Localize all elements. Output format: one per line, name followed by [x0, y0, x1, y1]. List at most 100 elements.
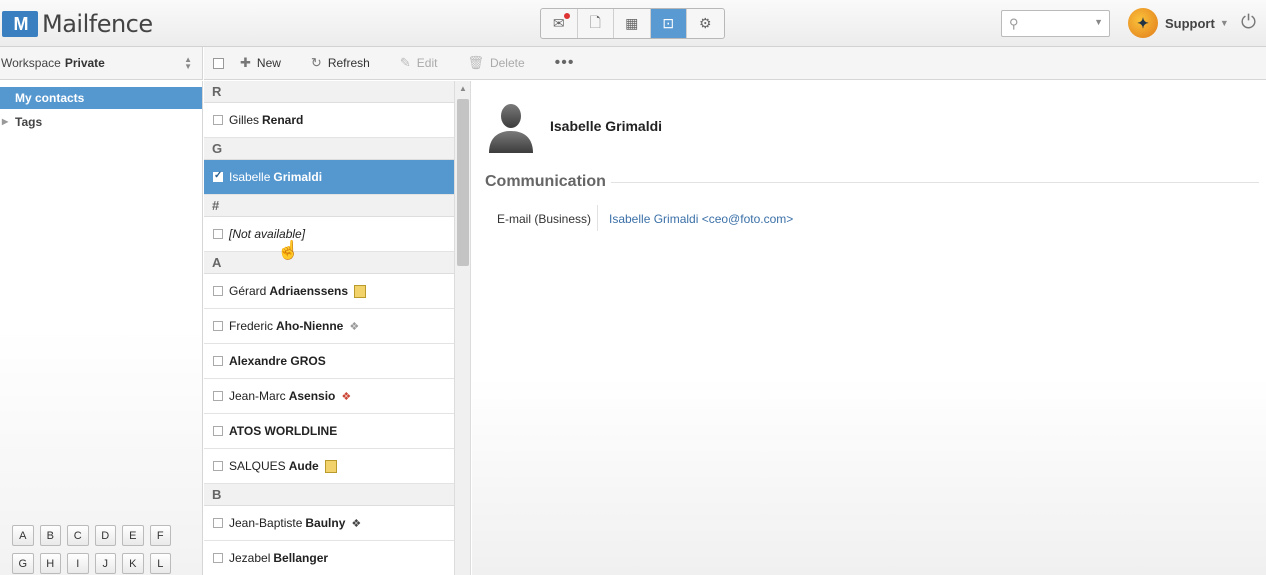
refresh-button[interactable]: ↻ Refresh: [311, 55, 370, 71]
new-button[interactable]: ✚ New: [240, 55, 281, 71]
note-icon: [354, 284, 367, 298]
contact-last-name: Grimaldi: [273, 170, 323, 184]
letter-section-header: #: [204, 195, 454, 217]
trash-icon: 🗑: [467, 55, 484, 70]
contact-last-name: Bellanger: [273, 551, 329, 565]
contact-list-item[interactable]: Alexandre GROS: [204, 344, 454, 379]
contact-list-item[interactable]: [Not available]: [204, 217, 454, 252]
search-input[interactable]: [1026, 14, 1088, 33]
contact-first-name: Jean-Marc: [229, 389, 286, 403]
select-all-checkbox[interactable]: [213, 57, 224, 69]
alphabet-key-c[interactable]: C: [67, 525, 89, 546]
pencil-icon: ✎: [399, 55, 411, 70]
note-icon: [324, 459, 337, 473]
email-link[interactable]: Isabelle Grimaldi <ceo@foto.com>: [609, 212, 793, 226]
contact-list: RGillesRenardGIsabelleGrimaldi#[Not avai…: [204, 81, 454, 575]
mail-app-button[interactable]: ✉: [541, 9, 578, 38]
alphabet-key-b[interactable]: B: [39, 525, 61, 546]
alphabet-key-f[interactable]: F: [149, 525, 171, 546]
contact-checkbox[interactable]: [213, 321, 223, 331]
section-divider: [611, 182, 1259, 183]
updown-arrow-icon: ▲ ▼: [184, 55, 192, 71]
settings-app-icon: ⚙: [698, 15, 712, 31]
alphabet-key-j[interactable]: J: [94, 553, 116, 574]
contact-checkbox[interactable]: [213, 553, 223, 563]
contact-list-scrollbar[interactable]: ▲: [454, 81, 471, 575]
contact-checkbox[interactable]: [213, 426, 223, 436]
scroll-up-icon[interactable]: ▲: [459, 84, 467, 93]
contact-avatar-icon: [489, 104, 533, 153]
contact-list-item[interactable]: ATOS WORLDLINE: [204, 414, 454, 449]
contact-checkbox[interactable]: [213, 391, 223, 401]
contact-list-item[interactable]: SALQUES Aude: [204, 449, 454, 484]
workspace-value: Private: [64, 56, 105, 70]
contact-list-item[interactable]: IsabelleGrimaldi: [204, 160, 454, 195]
logout-power-icon[interactable]: ⏻: [1241, 12, 1256, 34]
sidebar-item-tags[interactable]: ▶ Tags: [0, 111, 202, 133]
contact-checkbox[interactable]: [213, 356, 223, 366]
contact-checkbox[interactable]: [213, 518, 223, 528]
contact-checkbox[interactable]: [213, 170, 223, 182]
mail-app-icon: ✉: [552, 15, 565, 31]
contact-last-name: Aho-Nienne: [276, 319, 344, 333]
contact-last-name: Asensio: [288, 389, 336, 403]
contact-list-item[interactable]: Gilles Renard: [204, 103, 454, 138]
workspace-selector[interactable]: Workspace Private ▲ ▼: [0, 47, 203, 80]
contact-checkbox[interactable]: [213, 286, 223, 296]
search-box[interactable]: ⚲ ▼: [1001, 10, 1110, 37]
contact-first-name: Gérard: [229, 284, 267, 298]
letter-section-header: B: [204, 484, 454, 506]
alphabet-key-a[interactable]: A: [12, 525, 34, 546]
more-options-button[interactable]: •••: [555, 54, 575, 72]
support-menu[interactable]: ✦ Support ▼: [1128, 8, 1229, 38]
contact-list-item[interactable]: Jean-Marc Asensio ❖: [204, 379, 454, 414]
workspace-label: Workspace: [1, 56, 61, 70]
scrollbar-thumb[interactable]: [457, 99, 469, 266]
contact-checkbox[interactable]: [213, 229, 223, 239]
sidebar-item-my-contacts[interactable]: My contacts: [0, 87, 202, 109]
contact-first-name: Isabelle: [229, 170, 271, 184]
calendar-app-button[interactable]: ▦: [614, 9, 651, 38]
contact-first-name: [Not available]: [229, 227, 306, 241]
contact-list-item[interactable]: Gérard Adriaenssens: [204, 274, 454, 309]
hand-cursor-icon: ☝: [277, 240, 300, 260]
contact-last-name: Alexandre GROS: [229, 354, 326, 368]
alphabet-key-e[interactable]: E: [122, 525, 144, 546]
contact-detail-pane: Isabelle Grimaldi Communication E-mail (…: [472, 81, 1266, 575]
documents-app-button[interactable]: 🗋: [578, 9, 614, 38]
contact-list-item[interactable]: Jean-Baptiste Baulny ❖: [204, 506, 454, 541]
mailfence-logo[interactable]: M Mailfence: [2, 10, 153, 38]
delete-button[interactable]: 🗑 Delete: [467, 55, 524, 71]
contact-first-name: Frederic: [229, 319, 274, 333]
sidebar-item-label: Tags: [15, 115, 43, 129]
expand-triangle-icon[interactable]: ▶: [2, 117, 8, 126]
contact-first-name: Jezabel: [229, 551, 271, 565]
contact-last-name: Baulny: [305, 516, 346, 530]
contact-first-name: Jean-Baptiste: [229, 516, 303, 530]
alphabet-key-l[interactable]: L: [149, 553, 171, 574]
contact-checkbox[interactable]: [213, 115, 223, 125]
alphabet-filter: ABCDEF GHIJKL: [12, 525, 177, 575]
settings-app-button[interactable]: ⚙: [687, 9, 724, 38]
alphabet-key-h[interactable]: H: [39, 553, 61, 574]
alphabet-key-g[interactable]: G: [12, 553, 34, 574]
communication-section-title: Communication: [485, 173, 606, 190]
search-options-chevron-icon[interactable]: ▼: [1094, 17, 1103, 27]
notification-dot: [563, 13, 570, 19]
alphabet-key-d[interactable]: D: [94, 525, 116, 546]
alphabet-key-k[interactable]: K: [122, 553, 144, 574]
app-name: Mailfence: [42, 10, 153, 38]
contact-list-item[interactable]: Frederic Aho-Nienne ❖: [204, 309, 454, 344]
mailfence-logo-icon: M: [2, 11, 38, 37]
edit-label: Edit: [416, 56, 438, 70]
alphabet-key-i[interactable]: I: [67, 553, 89, 574]
new-label: New: [256, 56, 281, 70]
contact-checkbox[interactable]: [213, 461, 223, 471]
edit-button[interactable]: ✎ Edit: [400, 55, 438, 71]
refresh-icon: ↻: [310, 55, 322, 70]
contact-last-name: ATOS WORLDLINE: [229, 424, 338, 438]
search-icon: ⚲: [1009, 16, 1019, 31]
contacts-app-icon: ⊡: [662, 15, 675, 31]
contact-list-item[interactable]: Jezabel Bellanger: [204, 541, 454, 575]
contacts-app-button[interactable]: ⊡: [650, 9, 687, 38]
